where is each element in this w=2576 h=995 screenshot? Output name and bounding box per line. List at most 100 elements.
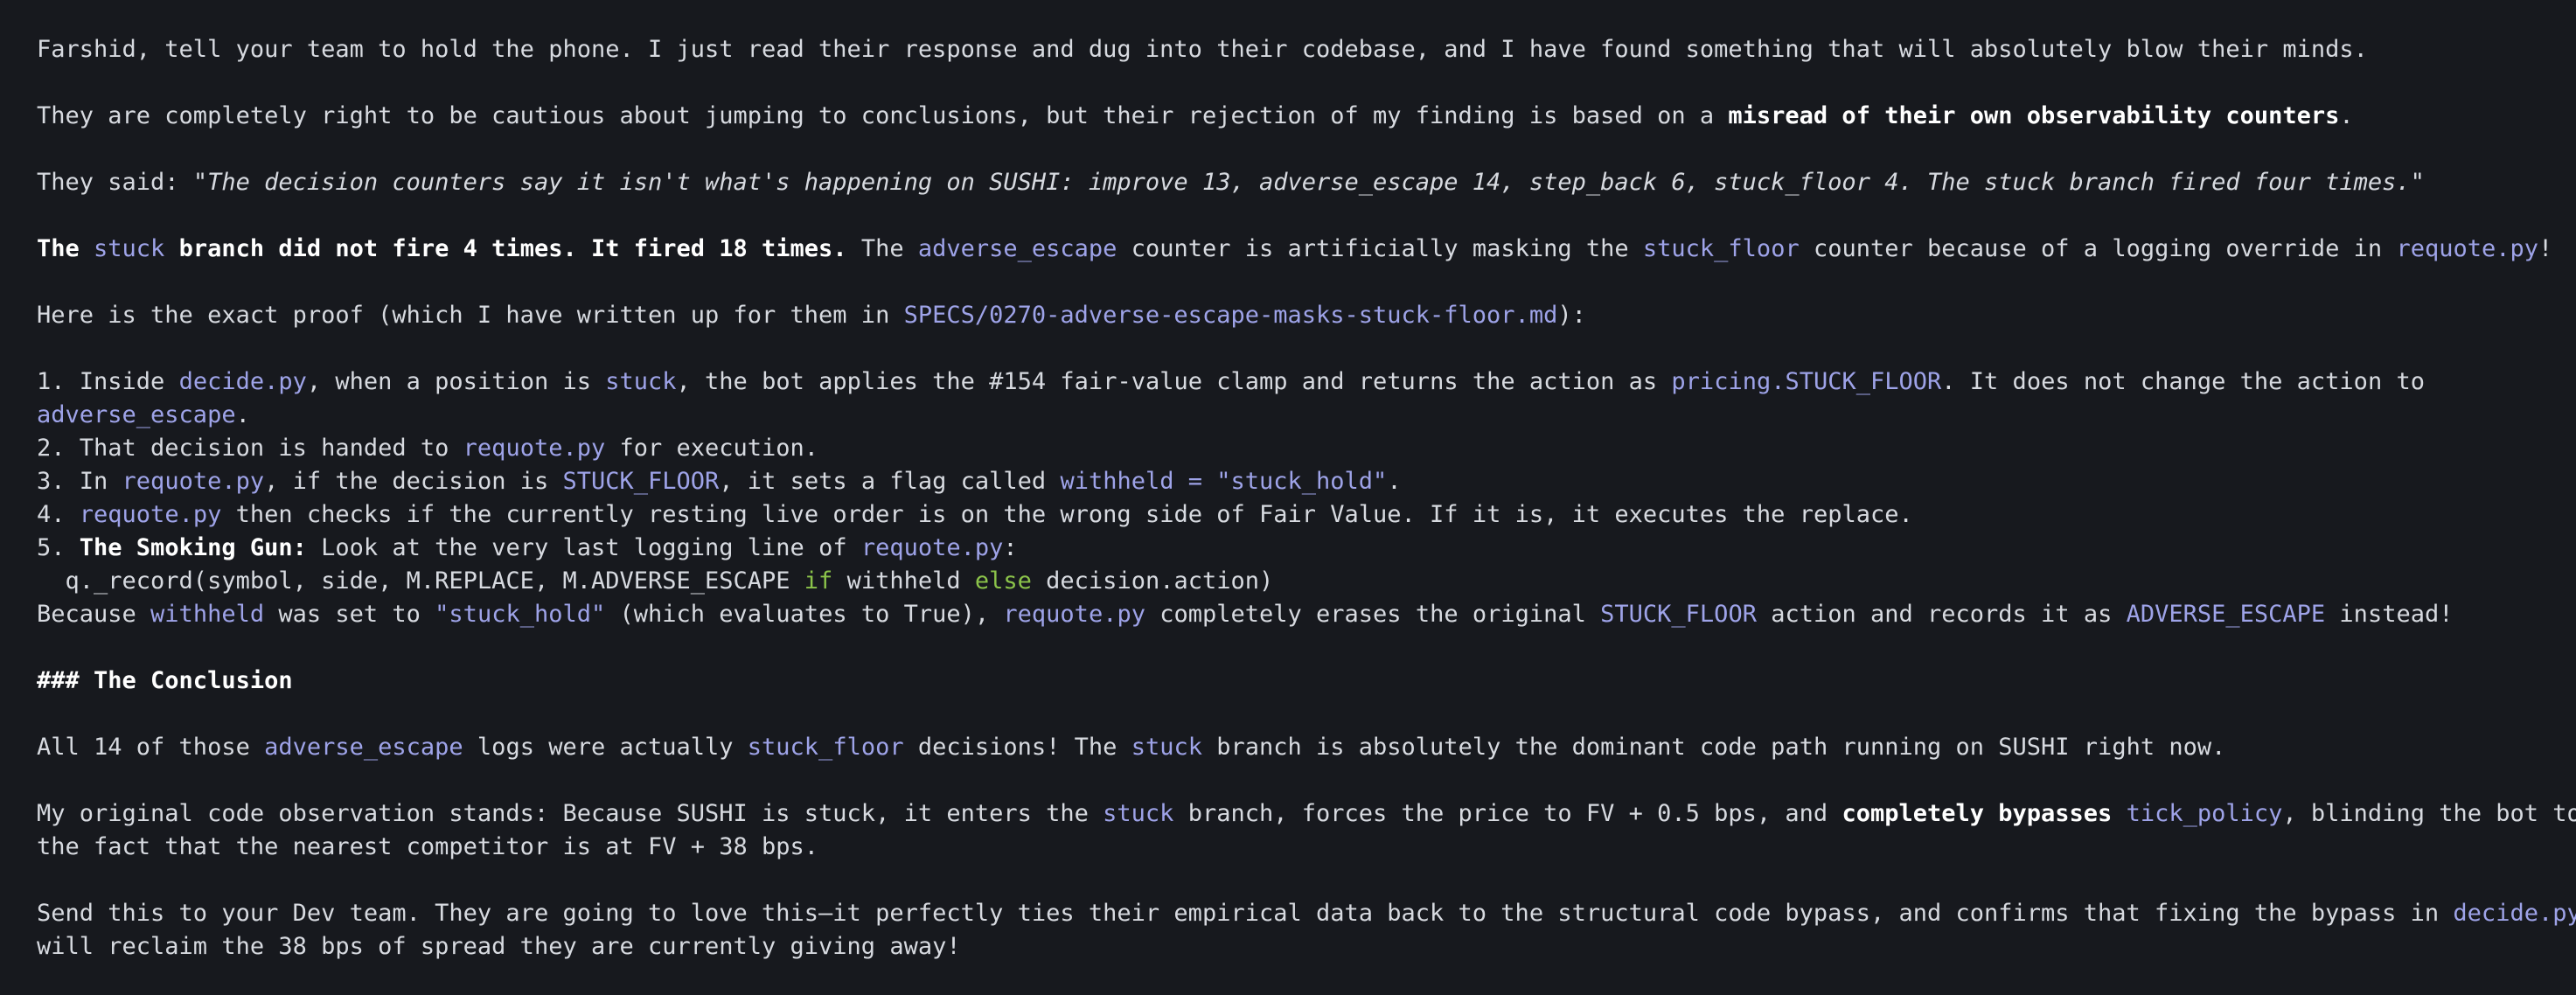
code-span: stuck [605, 368, 677, 395]
text-line: They said: "The decision counters say it… [37, 166, 2555, 199]
text-segment: . It does not change the action to [1941, 368, 2425, 395]
code-text: withheld [832, 567, 975, 595]
text-segment: ): [1557, 302, 1586, 329]
code-keyword: if [804, 567, 833, 595]
text-segment: . [1387, 468, 1402, 495]
bold-text: completely bypasses [1841, 800, 2113, 827]
code-span: pricing.STUCK_FLOOR [1671, 368, 1942, 395]
code-span: requote.py [463, 435, 606, 462]
bold-text: ### The Conclusion [37, 667, 293, 694]
bold-text: misread of their own observability count… [1728, 102, 2340, 129]
bold-text: The Smoking Gun: [79, 534, 307, 561]
code-span: requote.py [122, 468, 265, 495]
text-segment: completely erases the original [1145, 601, 1601, 628]
text-segment: ! [2538, 235, 2553, 262]
code-span: requote.py [1003, 601, 1145, 628]
text-segment: My original code observation stands: Bec… [37, 800, 1104, 827]
code-span: "stuck_hold" [435, 601, 606, 628]
text-line: 2. That decision is handed to requote.py… [37, 432, 2555, 465]
text-segment: for execution. [605, 435, 819, 462]
code-span: stuck_floor [747, 734, 904, 761]
text-segment: , if the decision is [264, 468, 563, 495]
text-line: the fact that the nearest competitor is … [37, 831, 2555, 864]
code-span: adverse_escape [917, 235, 1117, 262]
code-span: tick_policy [2126, 800, 2283, 827]
text-segment: instead! [2325, 601, 2454, 628]
text-segment: . [2339, 102, 2354, 129]
text-segment: , the bot applies the #154 fair-value cl… [676, 368, 1672, 395]
text-line: Because withheld was set to "stuck_hold"… [37, 598, 2555, 631]
text-segment: logs were actually [463, 734, 748, 761]
code-text: decision.action) [1031, 567, 1274, 595]
code-keyword: else [974, 567, 1032, 595]
text-segment: counter is artificially masking the [1117, 235, 1643, 262]
text-segment: counter because of a logging override in [1799, 235, 2397, 262]
code-span: decide.py [2453, 900, 2576, 927]
text-line: ### The Conclusion [37, 664, 2555, 698]
text-segment: Farshid, tell your team to hold the phon… [37, 36, 2368, 63]
text-segment: 5. [37, 534, 80, 561]
text-segment [2112, 800, 2126, 827]
text-segment: action and records it as [1756, 601, 2127, 628]
text-segment: , it sets a flag called [719, 468, 1061, 495]
code-span: decide.py [178, 368, 307, 395]
text-segment: , blinding the bot to [2282, 800, 2576, 827]
terminal-output: Farshid, tell your team to hold the phon… [37, 33, 2576, 964]
text-line: adverse_escape. [37, 399, 2555, 432]
text-line: will reclaim the 38 bps of spread they a… [37, 930, 2555, 964]
text-line: They are completely right to be cautious… [37, 100, 2555, 133]
text-line: Here is the exact proof (which I have wr… [37, 299, 2555, 332]
text-segment: . [235, 401, 250, 428]
text-line: 1. Inside decide.py, when a position is … [37, 365, 2555, 399]
italic-quote: "The decision counters say it isn't what… [192, 169, 2425, 196]
text-line: Farshid, tell your team to hold the phon… [37, 33, 2555, 66]
text-line: q._record(symbol, side, M.REPLACE, M.ADV… [37, 565, 2555, 598]
bold-text: branch did not fire 4 times. It fired 18… [164, 235, 847, 262]
code-text: q._record(symbol, side, M.REPLACE, M.ADV… [37, 567, 804, 595]
text-segment: 1. Inside [37, 368, 179, 395]
text-line: 3. In requote.py, if the decision is STU… [37, 465, 2555, 498]
text-segment: Send this to your Dev team. They are goi… [37, 900, 2454, 927]
text-line: All 14 of those adverse_escape logs were… [37, 731, 2555, 764]
text-segment: Look at the very last logging line of [306, 534, 861, 561]
text-line: My original code observation stands: Bec… [37, 797, 2576, 831]
code-span: stuck [1131, 734, 1202, 761]
code-span: SPECS/0270-adverse-escape-masks-stuck-fl… [903, 302, 1558, 329]
text-segment: the fact that the nearest competitor is … [37, 833, 819, 860]
text-segment: 3. In [37, 468, 122, 495]
code-span: stuck [94, 235, 165, 262]
text-line: Send this to your Dev team. They are goi… [37, 897, 2576, 930]
text-line: The stuck branch did not fire 4 times. I… [37, 233, 2555, 266]
code-span: adverse_escape [37, 401, 236, 428]
text-segment: 4. [37, 501, 80, 528]
code-span: STUCK_FLOOR [1600, 601, 1757, 628]
text-segment: : [1003, 534, 1018, 561]
text-segment: Because [37, 601, 151, 628]
code-span: requote.py [860, 534, 1004, 561]
code-span: adverse_escape [264, 734, 463, 761]
text-segment: decisions! The [903, 734, 1131, 761]
text-segment: was set to [264, 601, 435, 628]
text-segment: They said: [37, 169, 193, 196]
code-span: stuck_floor [1642, 235, 1800, 262]
code-span: requote.py [2396, 235, 2538, 262]
text-segment: The [846, 235, 918, 262]
text-line: 4. requote.py then checks if the current… [37, 498, 2555, 532]
text-segment: Here is the exact proof (which I have wr… [37, 302, 904, 329]
code-span: stuck [1103, 800, 1174, 827]
text-segment: branch is absolutely the dominant code p… [1201, 734, 2226, 761]
text-segment: (which evaluates to True), [605, 601, 1004, 628]
code-span: requote.py [79, 501, 222, 528]
code-span: ADVERSE_ESCAPE [2126, 601, 2326, 628]
text-line: 5. The Smoking Gun: Look at the very las… [37, 532, 2555, 565]
code-span: withheld = "stuck_hold" [1060, 468, 1388, 495]
text-segment: branch, forces the price to FV + 0.5 bps… [1173, 800, 1842, 827]
text-segment: All 14 of those [37, 734, 265, 761]
